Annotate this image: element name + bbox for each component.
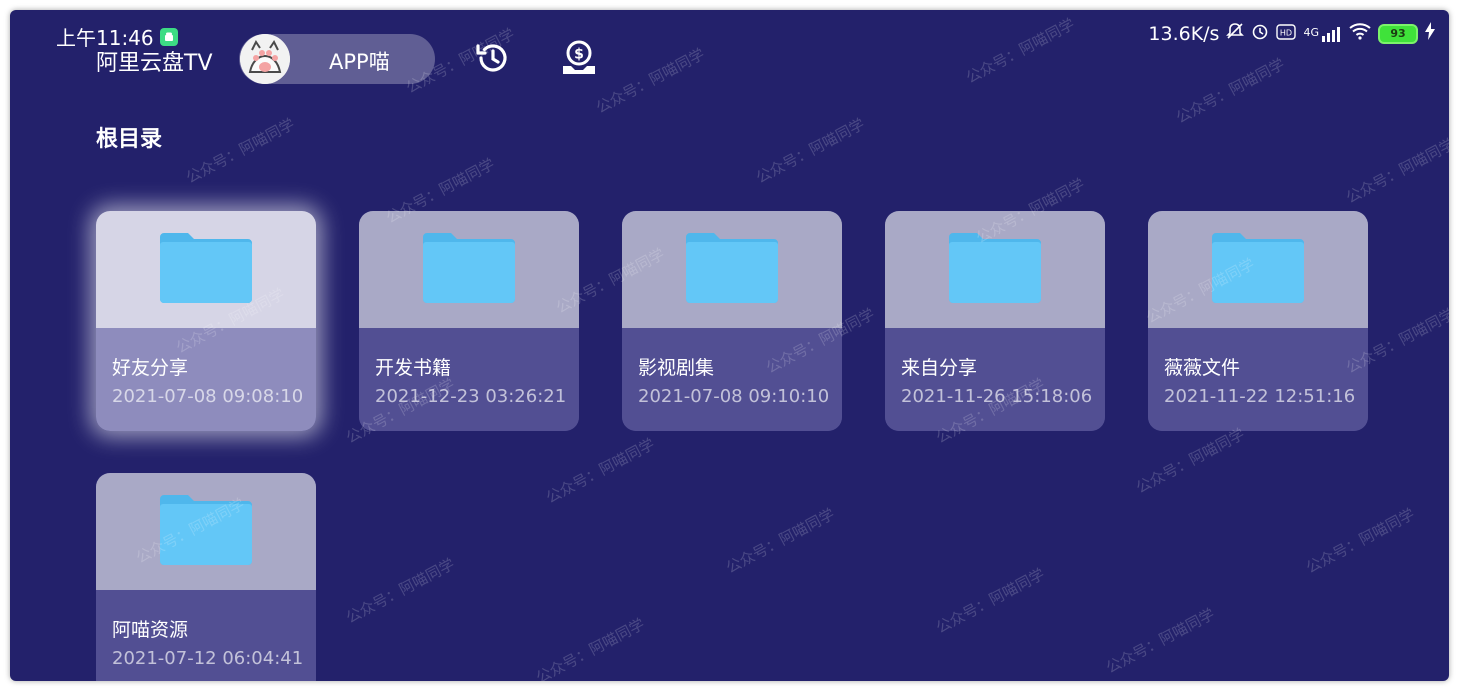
folder-icon — [160, 233, 252, 303]
sponsor-button[interactable]: $ — [559, 38, 599, 78]
folder-card[interactable]: 薇薇文件 2021-11-22 12:51:16 — [1148, 211, 1368, 431]
folder-date: 2021-07-12 06:04:41 — [112, 648, 304, 669]
watermark: 公众号：阿喵同学 — [753, 114, 868, 188]
user-account-button[interactable]: APP喵 — [239, 34, 435, 84]
folder-card[interactable]: 影视剧集 2021-07-08 09:10:10 — [622, 211, 842, 431]
folder-name: 好友分享 — [112, 357, 189, 379]
folder-date: 2021-07-08 09:08:10 — [112, 386, 304, 407]
android-icon — [159, 27, 178, 46]
net-speed: 13.6K/s — [1148, 22, 1220, 45]
watermark: 公众号：阿喵同学 — [533, 614, 648, 681]
folder-date: 2021-07-08 09:10:10 — [638, 386, 830, 407]
battery-icon: 93 — [1378, 23, 1418, 44]
watermark: 公众号：阿喵同学 — [543, 434, 658, 508]
folder-date: 2021-12-23 03:26:21 — [375, 386, 567, 407]
watermark: 公众号：阿喵同学 — [183, 114, 298, 188]
wifi-icon — [1349, 22, 1371, 45]
watermark: 公众号：阿喵同学 — [963, 14, 1078, 88]
folder-card[interactable]: 开发书籍 2021-12-23 03:26:21 — [359, 211, 579, 431]
history-icon — [476, 44, 507, 72]
folder-card[interactable]: 来自分享 2021-11-26 15:18:06 — [885, 211, 1105, 431]
app-window: 上午11:46 13.6K/s HD 4G 93 阿里云盘TV APP喵 $ 根… — [10, 10, 1449, 681]
battery-level: 93 — [1390, 27, 1406, 40]
status-indicators: 13.6K/s HD 4G 93 — [1148, 22, 1435, 45]
folder-icon — [423, 233, 515, 303]
folder-card[interactable]: 好友分享 2021-07-08 09:08:10 — [96, 211, 316, 431]
folder-name: 影视剧集 — [638, 357, 715, 379]
folder-icon — [1212, 233, 1304, 303]
svg-text:HD: HD — [1280, 28, 1292, 37]
watermark: 公众号：阿喵同学 — [1103, 604, 1218, 678]
watermark: 公众号：阿喵同学 — [1173, 54, 1288, 128]
hd-icon: HD — [1276, 23, 1297, 45]
avatar — [240, 34, 290, 84]
signal-icon: 4G — [1303, 26, 1342, 42]
watermark: 公众号：阿喵同学 — [723, 504, 838, 578]
watermark: 公众号：阿喵同学 — [1303, 504, 1418, 578]
folder-name: 薇薇文件 — [1164, 357, 1241, 379]
network-type: 4G — [1303, 25, 1319, 39]
folder-date: 2021-11-22 12:51:16 — [1164, 386, 1356, 407]
watermark: 公众号：阿喵同学 — [1133, 424, 1248, 498]
watermark: 公众号：阿喵同学 — [593, 44, 708, 118]
user-name: APP喵 — [329, 50, 390, 74]
svg-text:$: $ — [574, 47, 584, 63]
folder-icon — [160, 495, 252, 565]
alarm-icon — [1251, 22, 1269, 45]
charging-icon — [1425, 22, 1435, 45]
folder-card[interactable]: 阿喵资源 2021-07-12 06:04:41 — [96, 473, 316, 681]
mute-icon — [1226, 22, 1245, 45]
folder-name: 开发书籍 — [375, 357, 452, 379]
donate-icon: $ — [563, 40, 595, 74]
watermark: 公众号：阿喵同学 — [933, 564, 1048, 638]
folder-name: 来自分享 — [901, 357, 978, 379]
section-title: 根目录 — [96, 127, 163, 152]
app-title: 阿里云盘TV — [96, 51, 213, 76]
watermark: 公众号：阿喵同学 — [1343, 134, 1449, 208]
watermark: 公众号：阿喵同学 — [343, 554, 458, 628]
folder-name: 阿喵资源 — [112, 619, 189, 641]
folder-date: 2021-11-26 15:18:06 — [901, 386, 1093, 407]
folder-icon — [686, 233, 778, 303]
folder-icon — [949, 233, 1041, 303]
history-button[interactable] — [473, 38, 513, 78]
